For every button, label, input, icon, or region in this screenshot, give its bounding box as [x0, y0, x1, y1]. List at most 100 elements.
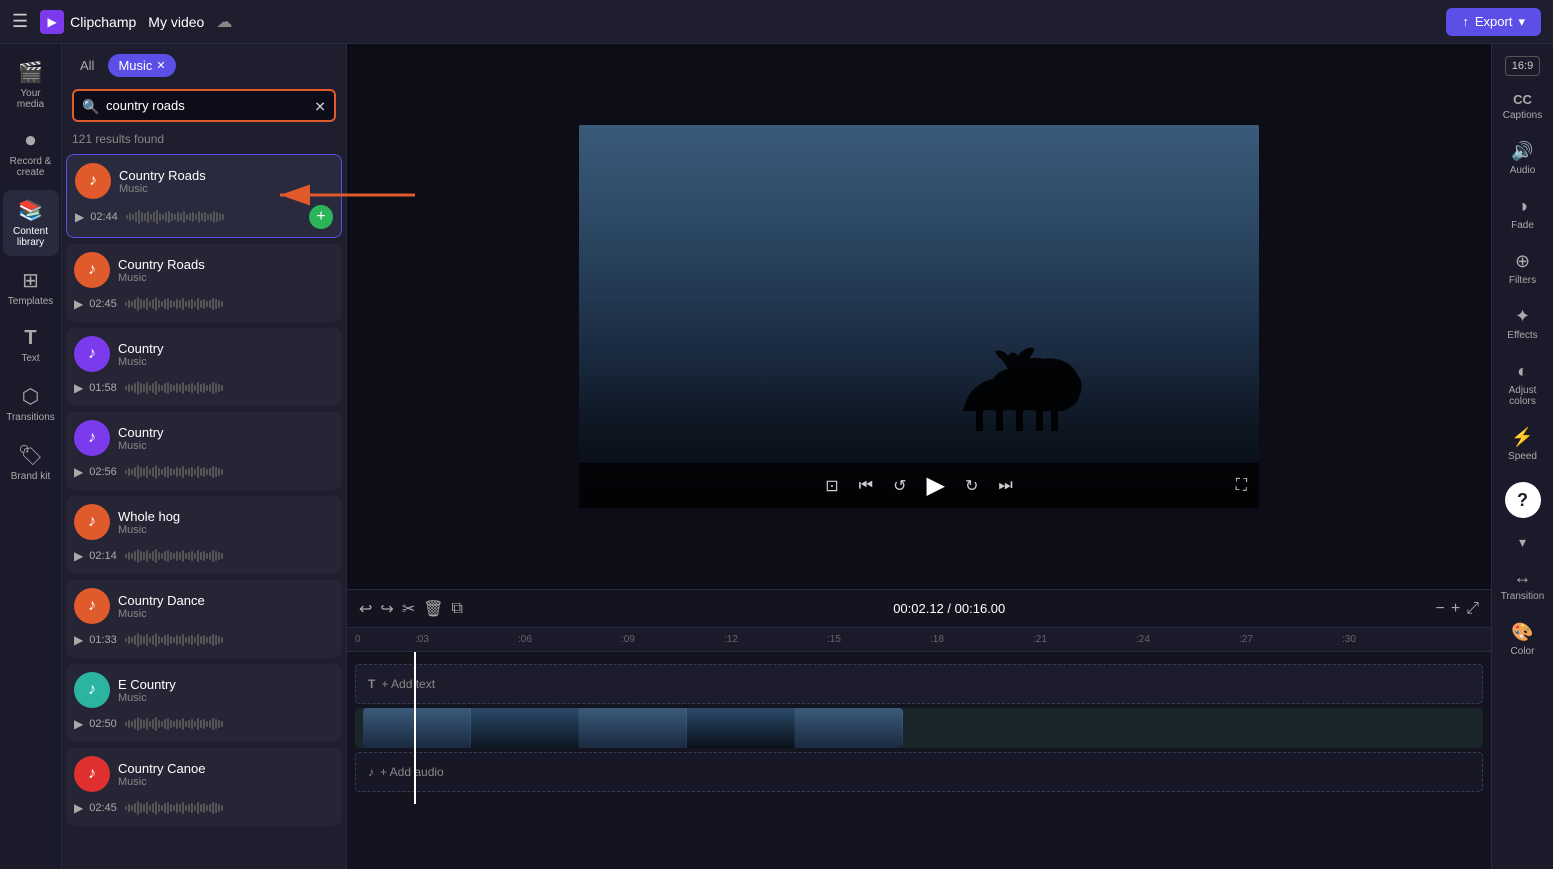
music-item-6[interactable]: ♪Country DanceMusic▶01:33 — [66, 580, 342, 658]
sidebar-item-record-create[interactable]: ⏺ Record & create — [3, 122, 59, 186]
sky-gradient — [579, 125, 1259, 508]
right-tool-color[interactable]: 🎨 Color — [1495, 614, 1551, 665]
music-name-4: Country — [118, 425, 334, 440]
fullscreen-button[interactable]: ⛶ — [1236, 477, 1247, 495]
add-audio-label[interactable]: ♪ + Add audio — [356, 765, 456, 779]
export-icon: ↑ — [1462, 14, 1469, 29]
play-pause-button[interactable]: ▶ — [926, 471, 944, 500]
skip-forward-button[interactable]: ⏭ — [998, 477, 1012, 495]
music-item-7[interactable]: ♪E CountryMusic▶02:50 — [66, 664, 342, 742]
music-item-header-8: ♪Country CanoeMusic — [74, 756, 334, 792]
sidebar-item-brand-kit[interactable]: 🏷 Brand kit — [3, 435, 59, 490]
speed-icon: ⚡ — [1511, 427, 1533, 448]
music-item-1[interactable]: ♪Country RoadsMusic▶02:44+ — [66, 154, 342, 238]
timeline-zoom: − + ⤢ — [1436, 600, 1480, 618]
music-item-header-4: ♪CountryMusic — [74, 420, 334, 456]
hamburger-menu-icon[interactable]: ☰ — [12, 11, 28, 32]
tab-all[interactable]: All — [72, 54, 102, 77]
video-clip[interactable] — [363, 708, 903, 748]
play-button-4[interactable]: ▶ — [74, 465, 83, 479]
content-library-icon: 📚 — [18, 198, 43, 223]
video-frame-container: ⊡ ⏮ ↺ ▶ ↻ ⏭ ⛶ — [579, 125, 1259, 508]
music-category-7: Music — [118, 692, 334, 704]
panel-tabs: All Music ✕ — [62, 44, 346, 83]
collapse-right-sidebar-button[interactable]: ▾ — [1519, 534, 1526, 551]
clip-thumb-2 — [471, 708, 579, 748]
play-button-8[interactable]: ▶ — [74, 801, 83, 815]
video-track — [355, 708, 1483, 748]
sidebar-item-transitions[interactable]: ⬡ Transitions — [3, 376, 59, 431]
audio-track-icon: ♪ — [368, 765, 374, 779]
video-title[interactable]: My video — [148, 14, 204, 30]
music-info-1: Country RoadsMusic — [119, 168, 333, 195]
tab-music[interactable]: Music ✕ — [108, 54, 175, 77]
search-input[interactable] — [72, 89, 336, 122]
ruler-mark-4: :12 — [724, 634, 827, 645]
music-item-2[interactable]: ♪Country RoadsMusic▶02:45 — [66, 244, 342, 322]
right-sidebar: 16:9 CC Captions 🔊 Audio ◑ Fade ⊕ Filter… — [1491, 44, 1553, 869]
music-controls-7: ▶02:50 — [74, 714, 334, 734]
effects-icon: ✦ — [1515, 306, 1530, 327]
play-button-2[interactable]: ▶ — [74, 297, 83, 311]
waveform-6 — [125, 630, 334, 650]
sidebar-item-content-library[interactable]: 📚 Content library — [3, 190, 59, 256]
music-item-4[interactable]: ♪CountryMusic▶02:56 — [66, 412, 342, 490]
ruler-mark-3: :09 — [621, 634, 724, 645]
play-button-7[interactable]: ▶ — [74, 717, 83, 731]
zoom-out-button[interactable]: − — [1436, 600, 1445, 618]
sidebar-item-templates[interactable]: ⊞ Templates — [3, 260, 59, 315]
search-clear-button[interactable]: ✕ — [314, 98, 326, 115]
color-icon: 🎨 — [1511, 622, 1533, 643]
music-item-8[interactable]: ♪Country CanoeMusic ▶ 02:45 — [66, 748, 342, 826]
redo-button[interactable]: ↪ — [380, 599, 393, 619]
fit-timeline-button[interactable]: ⤢ — [1466, 600, 1479, 618]
right-tool-transition[interactable]: ↔ Transition — [1495, 559, 1551, 610]
video-captions-toggle[interactable]: ⊡ — [825, 476, 838, 496]
tab-music-close-icon[interactable]: ✕ — [156, 59, 165, 72]
waveform-8 — [125, 798, 334, 818]
right-tool-captions[interactable]: CC Captions — [1495, 84, 1551, 129]
zoom-in-button[interactable]: + — [1451, 600, 1460, 618]
aspect-ratio-button[interactable]: 16:9 — [1505, 56, 1540, 76]
music-controls-5: ▶02:14 — [74, 546, 334, 566]
music-name-6: Country Dance — [118, 593, 334, 608]
right-tool-filters[interactable]: ⊕ Filters — [1495, 243, 1551, 294]
sidebar-item-text[interactable]: T Text — [3, 319, 59, 372]
play-button-1[interactable]: ▶ — [75, 210, 84, 224]
export-button[interactable]: ↑ Export ▾ — [1446, 8, 1541, 36]
help-button[interactable]: ? — [1505, 482, 1541, 518]
cut-button[interactable]: ✂ — [402, 599, 415, 619]
music-info-5: Whole hogMusic — [118, 509, 334, 536]
sidebar-item-your-media[interactable]: 🎬 Your media — [3, 52, 59, 118]
right-tool-adjust-colors[interactable]: ◐ Adjust colors — [1495, 353, 1551, 415]
music-duration-8: 02:45 — [89, 802, 119, 814]
horse-silhouette — [943, 321, 1123, 431]
music-item-3[interactable]: ♪CountryMusic▶01:58 — [66, 328, 342, 406]
ruler-mark-1: :03 — [415, 634, 518, 645]
right-tool-speed[interactable]: ⚡ Speed — [1495, 419, 1551, 470]
add-to-timeline-button-1[interactable]: + — [309, 205, 333, 229]
timeline-playhead[interactable] — [414, 652, 416, 804]
rewind-button[interactable]: ↺ — [893, 476, 906, 496]
play-button-6[interactable]: ▶ — [74, 633, 83, 647]
text-icon: T — [24, 327, 36, 350]
audio-track: ♪ + Add audio — [355, 752, 1483, 792]
undo-button[interactable]: ↩ — [359, 599, 372, 619]
skip-back-button[interactable]: ⏮ — [859, 477, 873, 495]
add-text-label[interactable]: T + Add text — [356, 677, 447, 691]
copy-button[interactable]: ⧉ — [452, 600, 463, 618]
right-tool-fade[interactable]: ◑ Fade — [1495, 188, 1551, 239]
delete-button[interactable]: 🗑 — [423, 599, 443, 619]
play-button-5[interactable]: ▶ — [74, 549, 83, 563]
right-tool-effects[interactable]: ✦ Effects — [1495, 298, 1551, 349]
waveform-5 — [125, 546, 334, 566]
play-button-3[interactable]: ▶ — [74, 381, 83, 395]
music-thumb-3: ♪ — [74, 336, 110, 372]
app-name: Clipchamp — [70, 14, 136, 30]
main-layout: 🎬 Your media ⏺ Record & create 📚 Content… — [0, 44, 1553, 869]
ruler-mark-6: :18 — [930, 634, 1033, 645]
music-item-5[interactable]: ♪Whole hogMusic▶02:14 — [66, 496, 342, 574]
forward-button[interactable]: ↻ — [965, 476, 978, 496]
music-info-4: CountryMusic — [118, 425, 334, 452]
right-tool-audio[interactable]: 🔊 Audio — [1495, 133, 1551, 184]
